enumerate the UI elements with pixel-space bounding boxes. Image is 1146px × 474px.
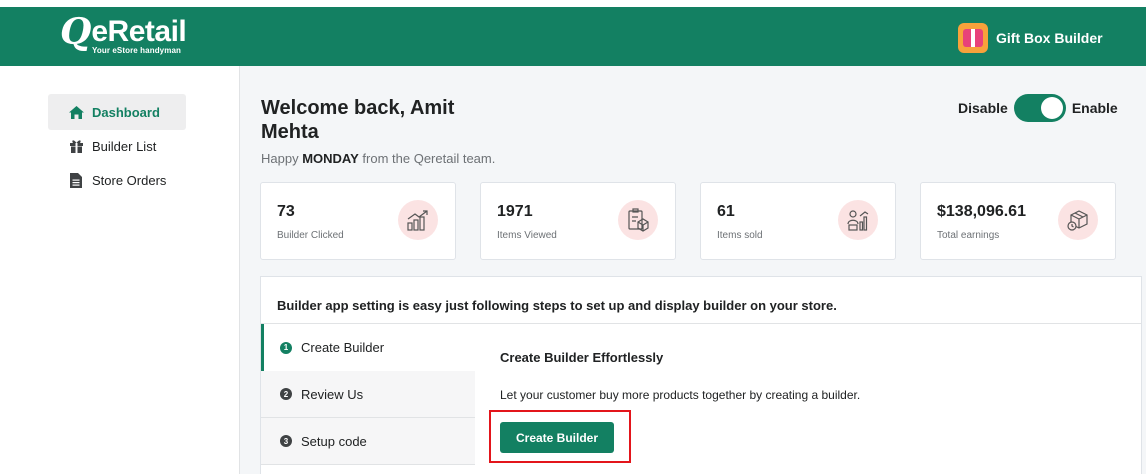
enable-toggle-switch[interactable] [1013,94,1066,122]
gift-box-app-icon [958,23,988,53]
step-create-builder[interactable]: 1 Create Builder [261,324,475,371]
stat-label: Items Viewed [497,230,557,241]
top-bar: QeRetail Your eStore handyman Gift Box B… [0,0,1146,66]
greeting-suffix: from the Qeretail team. [358,151,496,166]
chart-growth-icon [398,200,438,240]
sidebar-item-store-orders[interactable]: Store Orders [48,162,186,198]
sidebar-item-builder-list[interactable]: Builder List [48,128,186,164]
logo-q: Q [60,11,92,53]
step-number: 3 [280,435,292,447]
setup-steps-card: Builder app setting is easy just followi… [260,276,1142,474]
greeting-prefix: Happy [261,151,303,166]
app-name: Gift Box Builder [996,30,1103,46]
welcome-heading: Welcome back, Amit Mehta [261,97,455,143]
step-setup-code[interactable]: 3 Setup code [261,418,475,465]
stat-label: Builder Clicked [277,230,344,241]
sales-chart-icon [838,200,878,240]
stat-card-items-sold: 61 Items sold [700,182,896,260]
sidebar-item-dashboard[interactable]: Dashboard [48,94,186,130]
home-icon [68,105,84,119]
step-number: 1 [280,341,292,354]
app-status-toggle: Disable Enable [958,94,1118,122]
step-number: 2 [280,388,292,400]
stat-card-total-earnings: $138,096.61 Total earnings [920,182,1116,260]
step-label: Review Us [301,386,364,402]
step-label: Setup code [301,433,367,449]
step-label: Create Builder [301,340,385,355]
stat-card-builder-clicked: 73 Builder Clicked [260,182,456,260]
logo-tagline: Your eStore handyman [92,46,181,55]
stat-card-items-viewed: 1971 Items Viewed [480,182,676,260]
toggle-disable-label[interactable]: Disable [958,100,1008,116]
greeting-text: Happy MONDAY from the Qeretail team. [261,151,495,166]
app-badge[interactable]: Gift Box Builder [958,23,1103,53]
create-builder-button[interactable]: Create Builder [500,422,614,453]
stat-value: 73 [277,203,295,220]
logo-text: eRetail [91,15,187,48]
clipboard-box-icon [618,200,658,240]
toggle-enable-label[interactable]: Enable [1072,100,1118,116]
step-review-us[interactable]: 2 Review Us [261,371,475,418]
stat-value: 61 [717,203,735,220]
stat-label: Items sold [717,230,763,241]
sidebar-item-label: Dashboard [92,104,160,120]
step-panel-description: Let your customer buy more products toge… [500,388,861,402]
sidebar-item-label: Store Orders [92,172,167,188]
gift-icon [68,139,84,153]
stat-value: 1971 [497,203,533,220]
toggle-knob [1040,97,1063,119]
document-icon [68,172,84,188]
step-panel-title: Create Builder Effortlessly [500,350,664,365]
stat-value: $138,096.61 [937,203,1026,220]
qeretail-logo[interactable]: QeRetail Your eStore handyman [60,11,187,55]
sidebar: Dashboard Builder List Store Orders [0,66,240,474]
sidebar-item-label: Builder List [92,138,157,154]
greeting-day: MONDAY [302,151,359,166]
package-icon [1058,200,1098,240]
setup-heading: Builder app setting is easy just followi… [277,298,837,313]
stat-label: Total earnings [937,230,1000,241]
